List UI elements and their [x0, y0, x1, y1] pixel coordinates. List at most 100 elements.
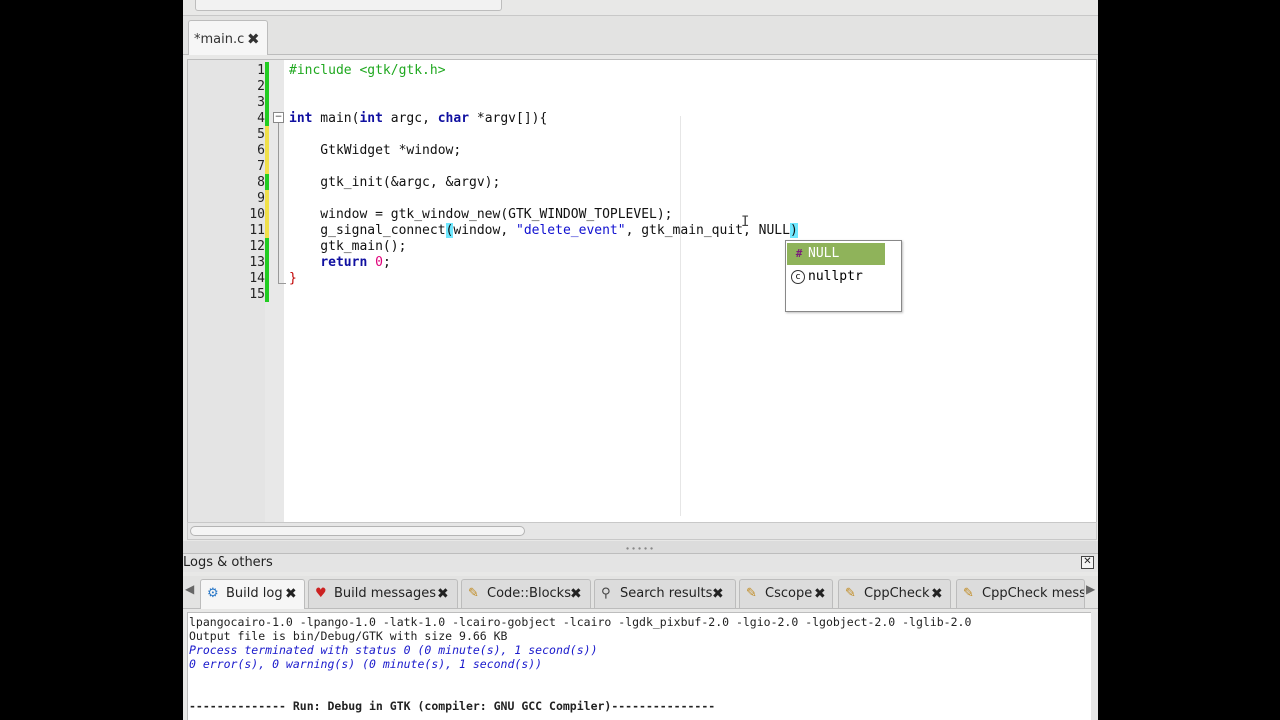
indent-guide — [680, 116, 681, 516]
tab-label: Build messages — [334, 586, 436, 601]
string-literal: "delete_event" — [516, 223, 626, 238]
number-literal: 0 — [375, 255, 383, 270]
splitter-grip-icon: ∙∙∙∙∙ — [625, 544, 656, 553]
saved-change-marker — [265, 110, 269, 126]
log-line: Output file is bin/Debug/GTK with size 9… — [189, 629, 508, 643]
code-line-1: #include <gtk/gtk.h> — [289, 63, 446, 78]
autocomplete-label: NULL — [808, 246, 840, 261]
code-line-10: window = gtk_window_new(GTK_WINDOW_TOPLE… — [289, 207, 673, 222]
tab-label: Build log — [226, 586, 283, 601]
close-icon[interactable]: ✖ — [570, 586, 582, 602]
code-text: ; — [382, 255, 391, 270]
line-number: 6 — [257, 143, 265, 158]
line-number: 13 — [249, 255, 265, 270]
keyword: int — [289, 111, 313, 126]
saved-change-marker — [265, 238, 269, 302]
note-icon: ✎ — [468, 586, 479, 601]
code-line-13: return 0; — [289, 255, 391, 271]
tab-main-c[interactable]: *main.c ✖ — [188, 20, 268, 55]
fold-end — [278, 283, 286, 284]
log-line: Process terminated with status 0 (0 minu… — [189, 643, 598, 657]
tab-codeblocks[interactable]: ✎ Code::Blocks ✖ — [461, 579, 591, 608]
logs-tab-bar: ◀ ⚙ Build log ✖ ♥ Build messages ✖ ✎ Cod… — [183, 576, 1098, 609]
line-number: 11 — [249, 223, 265, 238]
close-icon[interactable]: ✖ — [814, 586, 826, 602]
codeblocks-window: *main.c ✖ 1 2 3 4 5 6 7 8 9 10 11 12 13 … — [183, 0, 1098, 720]
tab-cppcheck-messages[interactable]: ✎ CppCheck messa — [956, 579, 1085, 608]
code-editor[interactable]: 1 2 3 4 5 6 7 8 9 10 11 12 13 14 15 − #i… — [187, 59, 1097, 524]
class-icon: c — [791, 269, 805, 284]
modified-change-marker — [265, 126, 269, 174]
tab-build-log[interactable]: ⚙ Build log ✖ — [200, 579, 305, 609]
tab-label: CppCheck messa — [982, 586, 1085, 601]
search-icon: ⚲ — [601, 586, 611, 601]
autocomplete-popup: # NULL c nullptr — [785, 240, 902, 312]
keyword: int — [359, 111, 383, 126]
modified-change-marker — [265, 190, 269, 238]
saved-change-marker — [265, 174, 269, 190]
note-icon: ✎ — [845, 586, 856, 601]
tab-cppcheck[interactable]: ✎ CppCheck ✖ — [838, 579, 951, 608]
note-icon: ✎ — [963, 586, 974, 601]
saved-change-marker — [265, 62, 269, 110]
tab-label: *main.c — [194, 32, 245, 47]
fold-line — [278, 123, 279, 283]
tab-build-messages[interactable]: ♥ Build messages ✖ — [308, 579, 458, 608]
code-line-14: } — [289, 271, 297, 286]
tab-label: Cscope — [765, 586, 813, 601]
close-icon[interactable]: ✖ — [931, 586, 943, 602]
line-number: 1 — [257, 63, 265, 78]
code-text: window, — [453, 223, 516, 238]
logs-panel-title: Logs & others — [183, 555, 273, 570]
line-number: 2 — [257, 79, 265, 94]
top-toolbar-strip — [183, 0, 1098, 16]
code-text: g_signal_connect — [289, 223, 446, 238]
code-line-4: int main(int argc, char *argv[]){ — [289, 111, 547, 127]
tab-label: CppCheck — [864, 586, 930, 601]
log-line: 0 error(s), 0 warning(s) (0 minute(s), 1… — [189, 657, 543, 671]
log-line: -------------- Run: Debug in GTK (compil… — [189, 699, 716, 713]
fold-toggle-icon[interactable]: − — [273, 112, 284, 123]
line-number: 5 — [257, 127, 265, 142]
code-line-8: gtk_init(&argc, &argv); — [289, 175, 501, 190]
close-icon[interactable]: ✖ — [437, 586, 449, 602]
line-number: 8 — [257, 175, 265, 190]
code-line-12: gtk_main(); — [289, 239, 407, 254]
autocomplete-label: nullptr — [808, 269, 863, 284]
line-number: 3 — [257, 95, 265, 110]
scroll-left-icon[interactable]: ◀ — [185, 582, 194, 596]
close-icon[interactable]: ✖ — [247, 30, 260, 48]
macro-icon: # — [795, 247, 803, 260]
tab-label: Code::Blocks — [487, 586, 571, 601]
editor-horizontal-scrollbar[interactable] — [187, 522, 1097, 540]
autocomplete-item-null[interactable]: # NULL — [787, 243, 885, 265]
heart-icon: ♥ — [315, 586, 327, 601]
log-line: lpangocairo-1.0 -lpango-1.0 -latk-1.0 -l… — [189, 615, 972, 629]
code-text: main( — [312, 111, 360, 126]
editor-tab-bar: *main.c ✖ — [183, 16, 1098, 55]
log-vertical-scrollbar[interactable] — [1091, 612, 1098, 720]
line-number: 15 — [249, 287, 265, 302]
line-number-gutter: 1 2 3 4 5 6 7 8 9 10 11 12 13 14 15 — [188, 60, 265, 523]
autocomplete-item-nullptr[interactable]: c nullptr — [787, 266, 885, 288]
tab-cscope[interactable]: ✎ Cscope ✖ — [739, 579, 833, 608]
scrollbar-thumb[interactable] — [190, 526, 525, 536]
scroll-right-icon[interactable]: ▶ — [1086, 582, 1095, 596]
code-text: *argv[]){ — [469, 111, 548, 126]
keyword: char — [437, 111, 470, 126]
build-log-output[interactable]: lpangocairo-1.0 -lpango-1.0 -latk-1.0 -l… — [187, 612, 1093, 720]
close-icon[interactable]: ✖ — [712, 586, 724, 602]
tab-search-results[interactable]: ⚲ Search results ✖ — [594, 579, 736, 608]
line-number: 10 — [249, 207, 265, 222]
line-number: 12 — [249, 239, 265, 254]
logs-panel-header: Logs & others ✕ — [183, 553, 1098, 572]
close-icon[interactable]: ✖ — [285, 586, 297, 602]
close-icon[interactable]: ✕ — [1081, 556, 1094, 569]
code-text: , gtk_main_quit, NULL — [625, 223, 790, 238]
gear-icon: ⚙ — [207, 586, 219, 601]
toolbar-combo[interactable] — [195, 0, 502, 11]
brace-match: ) — [789, 223, 798, 238]
note-icon: ✎ — [746, 586, 757, 601]
line-number: 14 — [249, 271, 265, 286]
keyword: return — [320, 255, 368, 270]
